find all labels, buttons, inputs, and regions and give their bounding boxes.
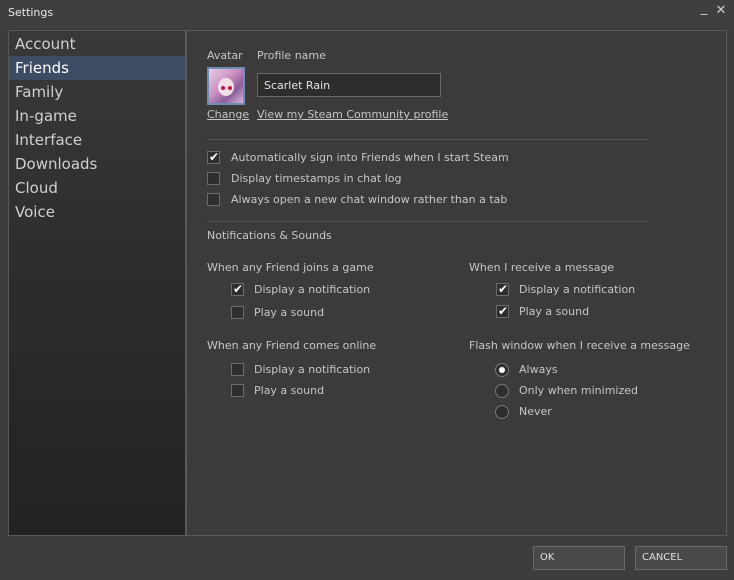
minimize-icon[interactable]: _ [697, 2, 711, 16]
sidebar-item-account[interactable]: Account [9, 32, 185, 56]
receive-message-heading: When I receive a message [469, 261, 615, 274]
timestamps-label: Display timestamps in chat log [231, 172, 402, 185]
join-game-display-checkbox[interactable]: ✔ [231, 282, 244, 296]
join-game-sound-label: Play a sound [254, 306, 325, 319]
flash-window-heading: Flash window when I receive a message [469, 339, 690, 352]
avatar-label: Avatar [207, 49, 243, 62]
message-display-label: Display a notification [519, 283, 636, 296]
flash-always-label: Always [519, 363, 558, 376]
auto-signin-checkbox[interactable]: ✔ [207, 150, 220, 164]
auto-signin-label: Automatically sign into Friends when I s… [231, 151, 509, 164]
flash-never-radio[interactable] [495, 405, 509, 419]
flash-minimized-radio[interactable] [495, 384, 509, 398]
message-sound-label: Play a sound [519, 305, 590, 318]
sidebar-item-family[interactable]: Family [9, 80, 185, 104]
divider [207, 221, 648, 222]
new-window-checkbox[interactable] [207, 193, 220, 206]
check-icon: ✔ [498, 282, 509, 296]
comes-online-display-checkbox[interactable] [231, 363, 244, 376]
profile-name-label: Profile name [257, 49, 326, 62]
check-icon: ✔ [233, 282, 244, 296]
divider [207, 139, 648, 140]
flash-minimized-label: Only when minimized [519, 384, 638, 397]
comes-online-heading: When any Friend comes online [207, 339, 377, 352]
join-game-sound-checkbox[interactable] [231, 306, 244, 319]
join-game-display-label: Display a notification [254, 283, 371, 296]
sidebar-item-cloud[interactable]: Cloud [9, 176, 185, 200]
check-icon: ✔ [498, 304, 509, 318]
comes-online-sound-checkbox[interactable] [231, 384, 244, 397]
community-profile-link[interactable]: View my Steam Community profile [257, 108, 448, 121]
flash-never-label: Never [519, 405, 552, 418]
message-sound-checkbox[interactable]: ✔ [496, 304, 509, 318]
close-icon[interactable]: ✕ [714, 4, 728, 18]
comes-online-sound-label: Play a sound [254, 384, 325, 397]
friends-settings-panel: Avatar Profile name Change View my Steam… [186, 30, 727, 536]
cancel-button[interactable]: CANCEL [635, 546, 727, 570]
profile-name-input[interactable] [257, 73, 441, 97]
avatar[interactable] [207, 67, 245, 105]
sidebar-item-voice[interactable]: Voice [9, 200, 185, 224]
settings-sidebar: Account Friends Family In-game Interface… [8, 30, 186, 536]
avatar-eye [228, 86, 232, 90]
change-avatar-link[interactable]: Change [207, 108, 249, 121]
sidebar-item-friends[interactable]: Friends [9, 56, 185, 80]
notifications-heading: Notifications & Sounds [207, 229, 332, 242]
flash-always-radio[interactable] [495, 363, 509, 377]
timestamps-checkbox[interactable] [207, 172, 220, 185]
comes-online-display-label: Display a notification [254, 363, 371, 376]
radio-dot-icon [499, 367, 505, 373]
window-title: Settings [8, 6, 54, 19]
new-window-label: Always open a new chat window rather tha… [231, 193, 508, 206]
sidebar-item-downloads[interactable]: Downloads [9, 152, 185, 176]
sidebar-item-in-game[interactable]: In-game [9, 104, 185, 128]
message-display-checkbox[interactable]: ✔ [496, 282, 509, 296]
check-icon: ✔ [209, 150, 220, 164]
join-game-heading: When any Friend joins a game [207, 261, 374, 274]
sidebar-item-interface[interactable]: Interface [9, 128, 185, 152]
ok-button[interactable]: OK [533, 546, 625, 570]
title-bar: Settings _ ✕ [0, 0, 734, 28]
avatar-eye [221, 86, 225, 90]
